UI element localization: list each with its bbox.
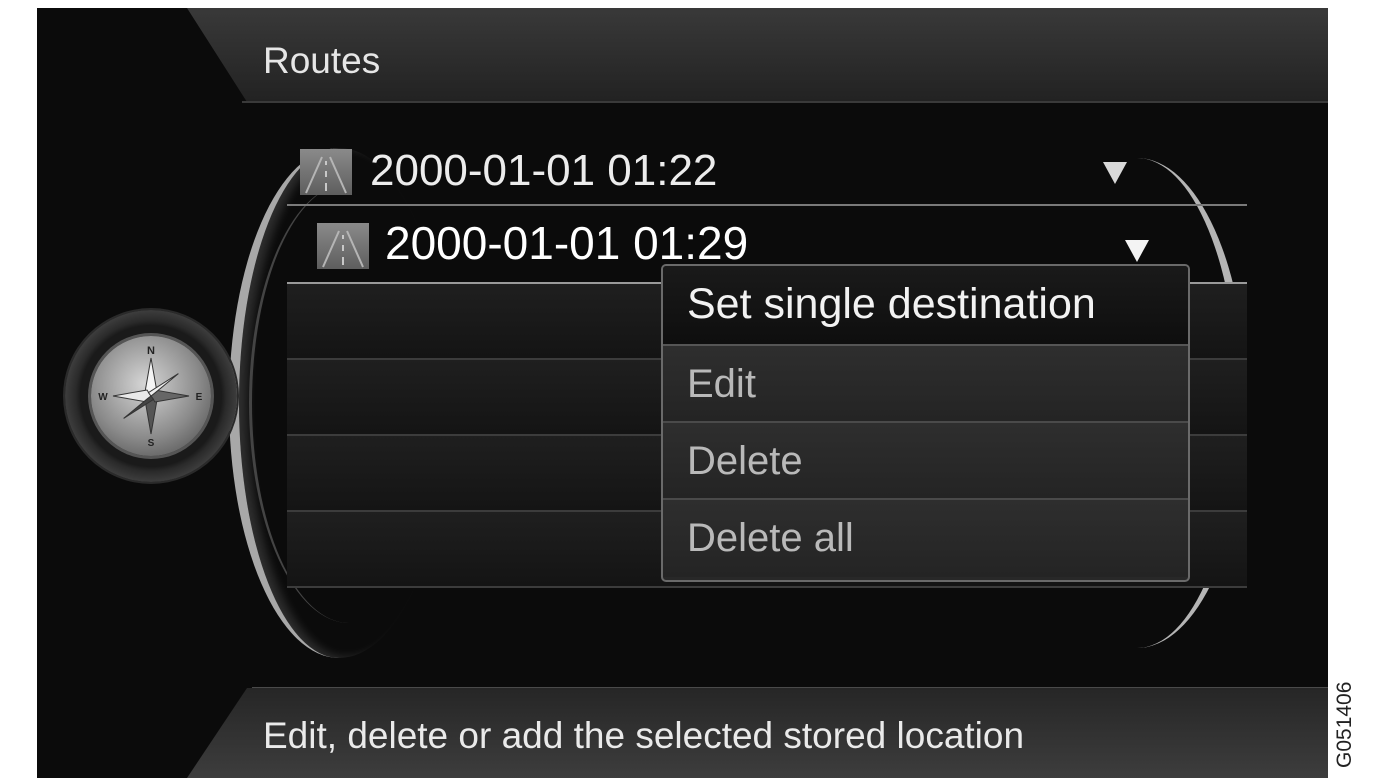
page-title: Routes	[263, 40, 381, 81]
menu-item-label: Set single destination	[687, 280, 1096, 328]
context-menu: Set single destination Edit Delete Delet…	[661, 264, 1190, 582]
route-label: 2000-01-01 01:29	[385, 217, 749, 269]
menu-item-label: Delete all	[687, 516, 854, 560]
route-list-item[interactable]: 2000-01-01 01:22	[287, 134, 1247, 206]
route-icon	[300, 149, 352, 195]
figure-code: G051406	[1333, 681, 1356, 768]
triangle-down-icon	[1103, 162, 1127, 184]
compass-letter-s: S	[148, 438, 155, 449]
compass-letter-n: N	[147, 345, 155, 357]
menu-item-set-single-destination[interactable]: Set single destination	[663, 266, 1188, 346]
title-divider	[242, 101, 1328, 103]
menu-item-label: Edit	[687, 362, 756, 406]
menu-item-edit[interactable]: Edit	[663, 346, 1188, 423]
compass-letter-w: W	[98, 392, 108, 403]
menu-item-delete-all[interactable]: Delete all	[663, 500, 1188, 577]
route-label: 2000-01-01 01:22	[370, 146, 718, 195]
status-text: Edit, delete or add the selected stored …	[263, 715, 1025, 756]
compass-letter-e: E	[196, 392, 203, 403]
triangle-down-icon	[1125, 240, 1149, 262]
menu-item-label: Delete	[687, 439, 803, 483]
infotainment-screen: Routes N E S W 2000-01-01 01:22 2000-01-…	[37, 8, 1328, 778]
compass-icon[interactable]: N E S W	[91, 336, 211, 456]
menu-item-delete[interactable]: Delete	[663, 423, 1188, 500]
route-icon	[317, 223, 369, 269]
